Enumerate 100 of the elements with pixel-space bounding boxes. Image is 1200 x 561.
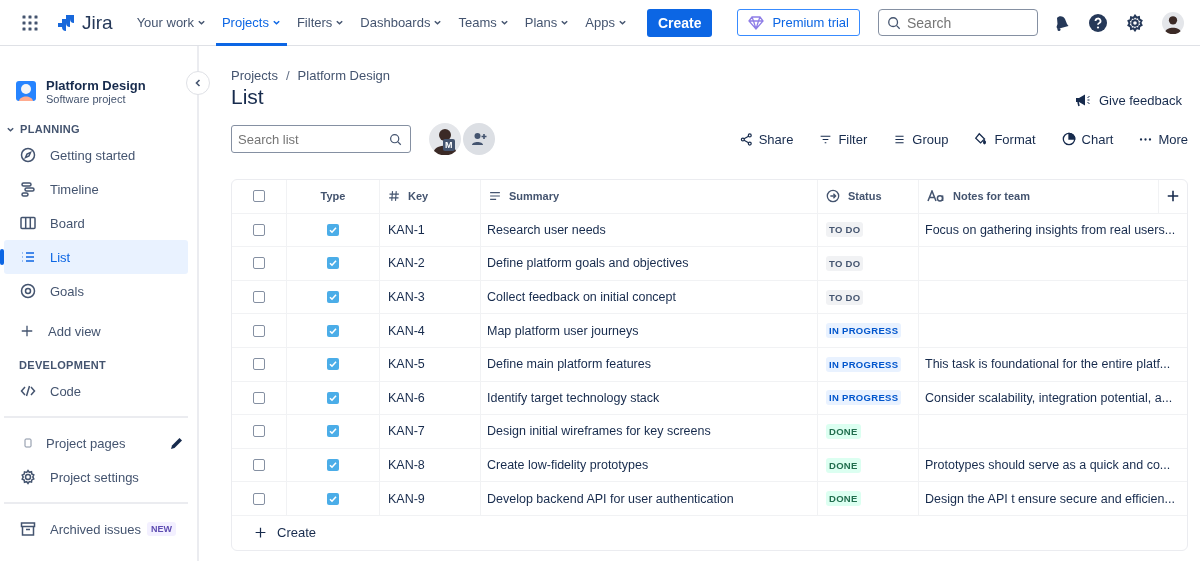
chevron-down-icon	[335, 18, 345, 27]
sidebar-item[interactable]: Project settings	[4, 460, 188, 494]
premium-trial-button[interactable]: Premium trial	[737, 9, 860, 36]
row-checkbox[interactable]	[253, 223, 265, 236]
toolbar-button[interactable]: Group	[893, 131, 949, 147]
hash-icon	[388, 190, 400, 203]
section-toggle[interactable]: PLANNING	[4, 120, 188, 138]
row-checkbox[interactable]	[253, 425, 265, 438]
column-header[interactable]: Notes for team	[919, 180, 1159, 214]
sidebar-item[interactable]: Getting started	[4, 138, 188, 172]
sidebar-item[interactable]: Board	[4, 206, 188, 240]
row-checkbox[interactable]	[253, 324, 265, 337]
chevron-down-icon	[433, 18, 443, 27]
team-note: Prototypes should serve as a quick and co...	[925, 458, 1171, 473]
nav-menu[interactable]: Plans	[518, 0, 576, 46]
nav-menu[interactable]: Teams	[452, 0, 515, 46]
breadcrumb-link[interactable]: Platform Design	[297, 68, 391, 83]
team-note: Consider scalability, integration potential, a...	[925, 390, 1173, 405]
status-lozenge[interactable]: TO DO	[826, 256, 864, 271]
issue-summary[interactable]: Define platform goals and objectives	[487, 256, 689, 271]
diamond-icon	[748, 15, 765, 30]
task-icon	[327, 391, 339, 404]
target-icon	[20, 283, 36, 299]
search-field[interactable]: Search	[878, 9, 1038, 36]
nav-menu[interactable]: Filters	[290, 0, 351, 46]
status-lozenge[interactable]: IN PROGRESS	[826, 323, 902, 339]
sidebar-item[interactable]: Code	[4, 374, 188, 408]
status-lozenge[interactable]: DONE	[826, 457, 861, 473]
toolbar-button[interactable]: Format	[974, 131, 1036, 147]
row-checkbox[interactable]	[253, 257, 265, 270]
row-checkbox[interactable]	[253, 358, 265, 371]
sidebar-item[interactable]: Goals	[4, 274, 188, 308]
status-lozenge[interactable]: IN PROGRESS	[826, 356, 902, 372]
create-issue-button[interactable]: Create	[232, 515, 1187, 550]
page-title: List	[231, 85, 264, 109]
search-field[interactable]: Search list	[231, 125, 411, 153]
text-format-icon	[927, 190, 945, 203]
issue-key[interactable]: KAN-6	[388, 390, 425, 405]
column-header[interactable]: Key	[380, 180, 481, 214]
column-header[interactable]: Status	[818, 180, 919, 214]
status-lozenge[interactable]: DONE	[826, 491, 861, 507]
avatar-badge: M	[443, 139, 455, 151]
profile-avatar[interactable]	[1162, 11, 1184, 34]
status-lozenge[interactable]: TO DO	[826, 289, 864, 305]
issue-summary[interactable]: Define main platform features	[487, 357, 651, 372]
chevron-down-icon	[271, 18, 281, 27]
add-view-button[interactable]: Add view	[4, 314, 188, 348]
add-column-icon[interactable]	[1166, 189, 1180, 204]
logo-icon	[56, 12, 76, 33]
paint-bucket-icon	[974, 132, 989, 146]
sidebar-item[interactable]: Timeline	[4, 172, 188, 206]
issue-key[interactable]: KAN-4	[388, 323, 425, 338]
task-icon	[327, 223, 339, 236]
nav-menu[interactable]: Apps	[579, 0, 633, 46]
issue-summary[interactable]: Design initial wireframes for key screens	[487, 424, 711, 439]
issue-summary[interactable]: Develop backend API for user authentication	[487, 491, 734, 506]
column-header[interactable]: Type	[287, 180, 380, 214]
add-person-button[interactable]	[463, 123, 495, 155]
nav-menu[interactable]: Dashboards	[354, 0, 449, 46]
issue-key[interactable]: KAN-2	[388, 256, 425, 271]
collapse-sidebar-button[interactable]	[186, 71, 210, 95]
task-icon	[327, 257, 339, 270]
plus-icon	[254, 526, 267, 540]
nav-menu[interactable]: Your work	[130, 0, 212, 46]
row-checkbox[interactable]	[253, 391, 265, 404]
settings-icon	[20, 469, 36, 485]
status-lozenge[interactable]: DONE	[826, 423, 861, 439]
issue-key[interactable]: KAN-8	[388, 458, 425, 473]
issue-key[interactable]: KAN-5	[388, 357, 425, 372]
issue-summary[interactable]: Collect feedback on initial concept	[487, 290, 676, 305]
toolbar-button[interactable]: Share	[739, 131, 794, 147]
nav-menu[interactable]: Projects	[215, 0, 287, 46]
sidebar-item[interactable]: Project pages	[4, 426, 188, 460]
toolbar-button[interactable]: Filter	[819, 131, 868, 147]
row-checkbox[interactable]	[253, 459, 265, 472]
select-all-checkbox[interactable]	[253, 190, 265, 203]
feedback-button[interactable]: Give feedback	[1068, 91, 1188, 109]
breadcrumb-link[interactable]: Projects	[231, 68, 278, 83]
project-avatar-icon	[16, 81, 36, 101]
task-icon	[327, 324, 339, 337]
column-header[interactable]: Summary	[481, 180, 818, 214]
status-lozenge[interactable]: TO DO	[826, 222, 864, 238]
issue-summary[interactable]: Create low-fidelity prototypes	[487, 458, 649, 473]
issue-key[interactable]: KAN-3	[388, 290, 425, 305]
task-icon	[327, 358, 339, 371]
status-lozenge[interactable]: IN PROGRESS	[826, 390, 902, 406]
task-icon	[327, 492, 339, 505]
toolbar-button[interactable]: Chart	[1061, 131, 1114, 147]
issue-key[interactable]: KAN-7	[388, 424, 425, 439]
toolbar-button[interactable]: More	[1139, 131, 1188, 147]
sidebar-item[interactable]: Archived issues NEW	[4, 512, 188, 546]
share-icon	[739, 132, 753, 146]
create-button[interactable]: Create	[646, 8, 713, 37]
row-checkbox[interactable]	[253, 492, 265, 505]
issue-key[interactable]: KAN-1	[388, 222, 425, 237]
issue-summary[interactable]: Map platform user journeys	[487, 323, 639, 338]
issue-key[interactable]: KAN-9	[388, 491, 425, 506]
issue-summary[interactable]: Research user needs	[487, 222, 606, 237]
issue-summary[interactable]: Identify target technology stack	[487, 390, 660, 405]
row-checkbox[interactable]	[253, 291, 265, 304]
